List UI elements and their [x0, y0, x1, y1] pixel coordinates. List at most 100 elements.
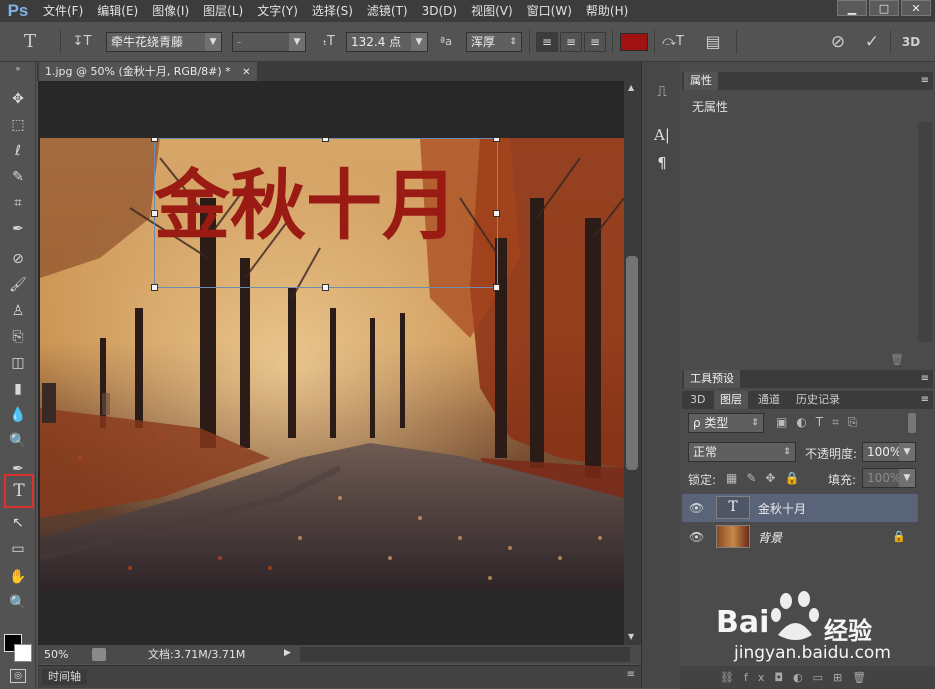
eyedropper-tool-icon[interactable]: ✒: [7, 218, 29, 240]
lasso-tool-icon[interactable]: ℓ: [7, 140, 29, 162]
layer-row[interactable]: 👁 背景 🔒: [682, 523, 918, 551]
align-center-button[interactable]: ≡: [560, 32, 582, 52]
path-selection-tool-icon[interactable]: ↖: [7, 512, 29, 534]
tool-preset-icon[interactable]: T: [18, 32, 42, 52]
brush-tool-icon[interactable]: 🖌: [7, 274, 29, 296]
align-right-button[interactable]: ≡: [584, 32, 606, 52]
menu-help[interactable]: 帮助(H): [579, 0, 635, 22]
font-style-select[interactable]: - ▼: [232, 32, 306, 52]
menu-type[interactable]: 文字(Y): [250, 0, 305, 22]
panel-menu-icon[interactable]: ≡: [921, 72, 929, 90]
visibility-eye-icon[interactable]: 👁: [689, 501, 704, 515]
menu-view[interactable]: 视图(V): [464, 0, 520, 22]
scroll-down-icon[interactable]: ▼: [628, 632, 634, 641]
panel-menu-icon[interactable]: ≡: [627, 669, 635, 680]
lock-icons[interactable]: ▦✎✥🔒: [726, 471, 808, 485]
quick-select-tool-icon[interactable]: ✎: [7, 166, 29, 188]
align-left-button[interactable]: ≡: [536, 32, 558, 52]
commit-icon[interactable]: ✓: [860, 32, 884, 52]
delete-icon[interactable]: 🗑: [890, 353, 904, 366]
menu-edit[interactable]: 编辑(E): [90, 0, 145, 22]
status-menu-arrow-icon[interactable]: ▶: [284, 648, 291, 658]
type-tool-icon[interactable]: T: [4, 474, 34, 508]
vertical-scrollbar[interactable]: ▲ ▼: [624, 81, 641, 645]
rectangle-tool-icon[interactable]: ▭: [7, 538, 29, 560]
timeline-tab[interactable]: 时间轴: [42, 669, 87, 685]
warp-text-icon[interactable]: ⤼T: [662, 32, 684, 52]
gradient-tool-icon[interactable]: ▮: [7, 378, 29, 400]
menu-filter[interactable]: 滤镜(T): [360, 0, 415, 22]
blur-tool-icon[interactable]: 💧: [7, 404, 29, 426]
transform-handle[interactable]: [493, 210, 500, 217]
canvas-area[interactable]: 金秋十月: [38, 81, 624, 645]
menu-select[interactable]: 选择(S): [305, 0, 360, 22]
transform-handle[interactable]: [493, 138, 500, 142]
opacity-field[interactable]: 100% ▼: [862, 442, 916, 462]
export-icon[interactable]: [92, 648, 106, 661]
filter-toggle[interactable]: [908, 413, 916, 433]
tab-3d[interactable]: 3D: [684, 391, 712, 409]
transform-handle[interactable]: [322, 284, 329, 291]
minimize-button[interactable]: ▁: [837, 0, 867, 16]
font-size-select[interactable]: 132.4 点 ▼: [346, 32, 428, 52]
transform-handle[interactable]: [151, 284, 158, 291]
cancel-icon[interactable]: ⊘: [826, 32, 850, 52]
fill-field[interactable]: 100% ▼: [862, 468, 916, 488]
text-bounding-box[interactable]: [151, 138, 500, 291]
visibility-eye-icon[interactable]: 👁: [689, 530, 704, 544]
close-tab-icon[interactable]: ✕: [242, 67, 250, 78]
layer-name[interactable]: 背景: [758, 529, 782, 546]
stamp-icon[interactable]: ⎍: [652, 84, 672, 104]
close-button[interactable]: ✕: [901, 0, 931, 16]
transform-handle[interactable]: [322, 138, 329, 142]
layer-name[interactable]: 金秋十月: [758, 500, 806, 517]
layer-filter-icons[interactable]: ▣◐T⌗⎘: [776, 415, 867, 430]
tab-channels[interactable]: 通道: [752, 391, 786, 409]
scroll-up-icon[interactable]: ▲: [628, 83, 634, 92]
transform-handle[interactable]: [151, 210, 158, 217]
character-panel-icon[interactable]: ▤: [702, 32, 724, 52]
blend-mode-select[interactable]: 正常 ⇕: [688, 442, 796, 462]
panel-menu-icon[interactable]: ≡: [921, 391, 929, 409]
tab-layers[interactable]: 图层: [714, 391, 748, 409]
horizontal-scrollbar[interactable]: [300, 647, 768, 662]
healing-brush-tool-icon[interactable]: ⊘: [7, 248, 29, 270]
marquee-tool-icon[interactable]: ⬚: [7, 114, 29, 136]
3d-mode-button[interactable]: 3D: [898, 32, 924, 52]
font-family-select[interactable]: 牵牛花绕青藤 ▼: [106, 32, 222, 52]
background-color-swatch[interactable]: [14, 644, 32, 662]
move-tool-icon[interactable]: ✥: [7, 88, 29, 110]
panel-menu-icon[interactable]: ≡: [921, 370, 929, 388]
collapse-icon[interactable]: »: [7, 64, 29, 74]
text-orientation-icon[interactable]: ↧T: [70, 32, 94, 52]
tab-history[interactable]: 历史记录: [790, 391, 846, 409]
antialias-select[interactable]: 浑厚 ⇕: [466, 32, 522, 52]
menu-image[interactable]: 图像(I): [145, 0, 196, 22]
menu-3d[interactable]: 3D(D): [415, 0, 464, 22]
layer-row[interactable]: 👁 T 金秋十月: [682, 494, 918, 522]
crop-tool-icon[interactable]: ⌗: [7, 192, 29, 214]
menu-layer[interactable]: 图层(L): [196, 0, 250, 22]
zoom-tool-icon[interactable]: 🔍: [7, 592, 29, 614]
restore-button[interactable]: □: [869, 0, 899, 16]
transform-handle[interactable]: [151, 138, 158, 142]
transform-handle[interactable]: [493, 284, 500, 291]
properties-scrollbar[interactable]: [918, 122, 932, 342]
document-tab[interactable]: 1.jpg @ 50% (金秋十月, RGB/8#) * ✕: [39, 62, 257, 81]
zoom-level-field[interactable]: 50%: [44, 648, 84, 662]
character-icon[interactable]: A|: [652, 126, 672, 146]
clone-stamp-tool-icon[interactable]: ♙: [7, 300, 29, 322]
eraser-tool-icon[interactable]: ◫: [7, 352, 29, 374]
hand-tool-icon[interactable]: ✋: [7, 566, 29, 588]
paragraph-icon[interactable]: ¶: [652, 154, 672, 174]
scrollbar-thumb[interactable]: [626, 256, 638, 470]
history-brush-tool-icon[interactable]: ⎘: [7, 326, 29, 348]
properties-tab[interactable]: 属性: [684, 72, 718, 90]
tool-presets-tab[interactable]: 工具预设: [684, 370, 740, 388]
menu-window[interactable]: 窗口(W): [520, 0, 579, 22]
text-color-swatch[interactable]: [620, 33, 648, 51]
dodge-tool-icon[interactable]: 🔍: [7, 430, 29, 452]
layer-filter-select[interactable]: ρ 类型 ⇕: [688, 413, 764, 433]
quick-mask-icon[interactable]: ◎: [10, 669, 26, 683]
menu-file[interactable]: 文件(F): [36, 0, 90, 22]
